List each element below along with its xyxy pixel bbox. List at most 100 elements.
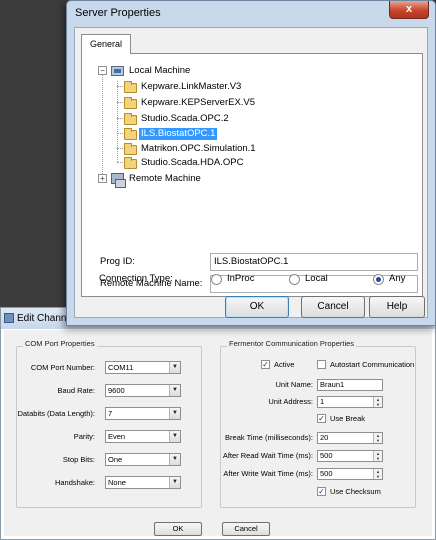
- spin-buttons[interactable]: ▲ ▼: [373, 433, 382, 443]
- stop-bits-select[interactable]: One ▼: [105, 453, 181, 466]
- any-radio[interactable]: [373, 274, 384, 285]
- databits-select[interactable]: 7 ▼: [105, 407, 181, 420]
- unit-name-label: Unit Name:: [275, 380, 313, 389]
- app-icon: [4, 313, 14, 323]
- stop-bits-label: Stop Bits:: [62, 455, 95, 464]
- edit-ok-button[interactable]: OK: [154, 522, 202, 536]
- chevron-down-icon[interactable]: ▼: [169, 385, 180, 396]
- parity-value: Even: [108, 432, 126, 441]
- parity-label: Parity:: [73, 432, 95, 441]
- local-label: Local: [305, 273, 328, 284]
- unit-address-value: 1: [320, 397, 325, 406]
- tab-general[interactable]: General: [81, 34, 131, 54]
- unit-name-input[interactable]: Braun1: [317, 379, 383, 391]
- spin-buttons[interactable]: ▲ ▼: [373, 397, 382, 407]
- server-tree: − Local Machine Kepware.LinkMaster.V3 Ke…: [98, 64, 420, 234]
- tree-node-server[interactable]: Matrikon.OPC.Simulation.1: [124, 142, 324, 157]
- com-port-select[interactable]: COM11 ▼: [105, 361, 181, 374]
- tree-node-server[interactable]: Studio.Scada.OPC.2: [124, 112, 324, 127]
- tree-guide-line: [117, 81, 118, 162]
- edit-cancel-button[interactable]: Cancel: [222, 522, 270, 536]
- handshake-select[interactable]: None ▼: [105, 476, 181, 489]
- use-checksum-label: Use Checksum: [330, 487, 381, 496]
- spin-down-icon[interactable]: ▼: [374, 474, 382, 479]
- handshake-value: None: [108, 478, 126, 487]
- cancel-button[interactable]: Cancel: [301, 296, 365, 318]
- edit-channel-body: COM Port Properties COM Port Number: COM…: [4, 330, 432, 536]
- tree-node-label: ILS.BiostatOPC.1: [139, 128, 218, 140]
- spin-down-icon[interactable]: ▼: [374, 438, 382, 443]
- baud-rate-label: Baud Rate:: [57, 386, 95, 395]
- tree-node-server[interactable]: Studio.Scada.HDA.OPC: [124, 156, 324, 171]
- connection-type-label: Connection Type:: [99, 273, 173, 284]
- chevron-down-icon[interactable]: ▼: [169, 362, 180, 373]
- tree-node-local-machine[interactable]: − Local Machine: [98, 64, 278, 79]
- folder-icon: [124, 113, 137, 125]
- server-properties-dialog: Server Properties x General − Local Mach…: [66, 0, 436, 326]
- tree-node-server[interactable]: Kepware.KEPServerEX.V5: [124, 96, 324, 111]
- tree-node-label: Studio.Scada.HDA.OPC: [141, 157, 244, 168]
- active-label: Active: [274, 360, 295, 369]
- inproc-label: InProc: [227, 273, 255, 284]
- after-read-stepper[interactable]: 500 ▲ ▼: [317, 450, 383, 462]
- inproc-radio[interactable]: [211, 274, 222, 285]
- databits-label: Databits (Data Length):: [17, 409, 95, 418]
- unit-address-stepper[interactable]: 1 ▲ ▼: [317, 396, 383, 408]
- after-write-stepper[interactable]: 500 ▲ ▼: [317, 468, 383, 480]
- use-checksum-checkbox[interactable]: ✓: [317, 487, 326, 496]
- after-read-label: After Read Wait Time (ms):: [222, 451, 313, 460]
- network-icon: [111, 173, 126, 188]
- tree-node-label: Local Machine: [129, 65, 191, 76]
- use-break-checkbox[interactable]: ✓: [317, 414, 326, 423]
- com-port-label: COM Port Number:: [30, 363, 95, 372]
- baud-rate-select[interactable]: 9600 ▼: [105, 384, 181, 397]
- break-time-label: Break Time (milliseconds):: [225, 433, 313, 442]
- autostart-checkbox[interactable]: [317, 360, 326, 369]
- com-port-value: COM11: [108, 363, 134, 372]
- folder-icon: [124, 97, 137, 109]
- tree-node-label: Kepware.KEPServerEX.V5: [141, 97, 256, 108]
- ok-button[interactable]: OK: [225, 296, 289, 318]
- tree-node-server-selected[interactable]: ILS.BiostatOPC.1: [124, 127, 324, 142]
- autostart-label: Autostart Communication: [330, 360, 415, 369]
- folder-icon: [124, 128, 137, 140]
- after-read-value: 500: [320, 451, 333, 460]
- stop-bits-value: One: [108, 455, 123, 464]
- chevron-down-icon[interactable]: ▼: [169, 431, 180, 442]
- spin-buttons[interactable]: ▲ ▼: [373, 451, 382, 461]
- tree-node-server[interactable]: Kepware.LinkMaster.V3: [124, 80, 324, 95]
- spin-buttons[interactable]: ▲ ▼: [373, 469, 382, 479]
- tree-node-remote-machine[interactable]: + Remote Machine: [98, 172, 278, 188]
- server-properties-title: Server Properties: [75, 7, 161, 19]
- local-radio[interactable]: [289, 274, 300, 285]
- prog-id-input[interactable]: ILS.BiostatOPC.1: [210, 253, 418, 271]
- after-write-label: After Write Wait Time (ms):: [223, 469, 313, 478]
- chevron-down-icon[interactable]: ▼: [169, 408, 180, 419]
- expand-icon[interactable]: +: [98, 174, 107, 183]
- chevron-down-icon[interactable]: ▼: [169, 477, 180, 488]
- collapse-icon[interactable]: −: [98, 66, 107, 75]
- any-label: Any: [389, 273, 406, 284]
- general-tab-panel: − Local Machine Kepware.LinkMaster.V3 Ke…: [81, 53, 423, 297]
- folder-icon: [124, 81, 137, 93]
- close-icon[interactable]: x: [389, 1, 429, 19]
- after-write-value: 500: [320, 469, 333, 478]
- chevron-down-icon[interactable]: ▼: [169, 454, 180, 465]
- baud-rate-value: 9600: [108, 386, 125, 395]
- help-button[interactable]: Help: [369, 296, 425, 318]
- prog-id-value: ILS.BiostatOPC.1: [214, 256, 289, 267]
- active-checkbox[interactable]: ✓: [261, 360, 270, 369]
- tree-guide-line: [102, 73, 103, 176]
- break-time-value: 20: [320, 433, 329, 442]
- tree-node-label: Remote Machine: [129, 173, 201, 184]
- unit-name-value: Braun1: [320, 380, 345, 389]
- spin-down-icon[interactable]: ▼: [374, 456, 382, 461]
- server-properties-body: General − Local Machine Kepware.LinkMast…: [74, 27, 428, 318]
- unit-address-label: Unit Address:: [268, 397, 313, 406]
- parity-select[interactable]: Even ▼: [105, 430, 181, 443]
- break-time-stepper[interactable]: 20 ▲ ▼: [317, 432, 383, 444]
- use-break-label: Use Break: [330, 414, 366, 423]
- spin-down-icon[interactable]: ▼: [374, 402, 382, 407]
- com-port-group-title: COM Port Properties: [23, 339, 97, 348]
- computer-icon: [111, 66, 124, 76]
